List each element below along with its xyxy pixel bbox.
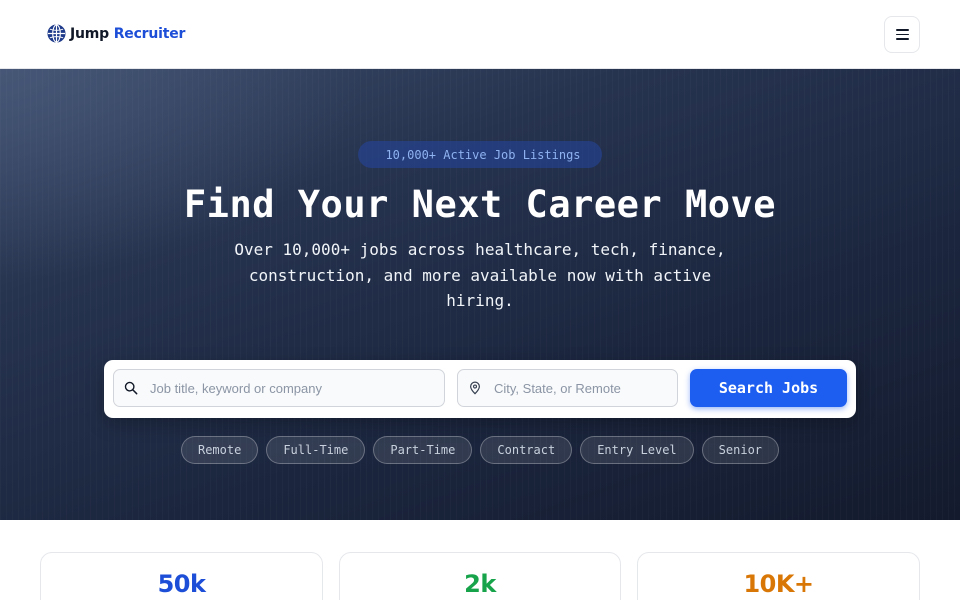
stat-value: 10K+ [743, 570, 814, 598]
filter-chip-part-time[interactable]: Part-Time [373, 436, 473, 464]
job-search-input[interactable] [150, 370, 444, 406]
top-navbar: Jump Recruiter [0, 0, 960, 69]
filter-chip-contract[interactable]: Contract [480, 436, 573, 464]
logo-text: Jump Recruiter [70, 26, 185, 42]
location-input[interactable] [494, 370, 677, 406]
active-listings-badge: 10,000+ Active Job Listings [358, 141, 602, 168]
search-icon [124, 381, 138, 395]
stat-card-companies: 2k [339, 552, 621, 600]
job-search-field[interactable] [113, 369, 445, 407]
filter-chip-senior[interactable]: Senior [701, 436, 780, 464]
stat-card-jobs: 50k [40, 552, 323, 600]
stat-card-hires: 10K+ [637, 552, 920, 600]
stats-section: 50k 2k 10K+ [0, 520, 960, 600]
stat-value: 2k [464, 570, 496, 598]
location-pin-icon [470, 381, 480, 395]
logo-text-jump: Jump [70, 25, 109, 42]
globe-icon [47, 24, 66, 43]
location-field[interactable] [457, 369, 678, 407]
stat-value: 50k [157, 570, 206, 598]
filter-chips: Remote Full-Time Part-Time Contract Entr… [0, 436, 960, 464]
hero-subtitle: Over 10,000+ jobs across healthcare, tec… [234, 240, 726, 310]
badge-text: 10,000+ Active Job Listings [385, 147, 581, 162]
search-jobs-button[interactable]: Search Jobs [690, 369, 847, 407]
menu-button[interactable] [884, 16, 920, 53]
logo-text-recruiter: Recruiter [113, 25, 186, 42]
filter-chip-full-time[interactable]: Full-Time [266, 436, 366, 464]
filter-chip-entry-level[interactable]: Entry Level [580, 436, 694, 464]
logo[interactable]: Jump Recruiter [47, 24, 185, 43]
hero-title: Find Your Next Career Move [183, 183, 777, 226]
filter-chip-remote[interactable]: Remote [180, 436, 259, 464]
hero-section: 10,000+ Active Job Listings Find Your Ne… [0, 69, 960, 520]
job-search-form: Search Jobs [104, 360, 856, 418]
hamburger-icon [895, 29, 909, 40]
